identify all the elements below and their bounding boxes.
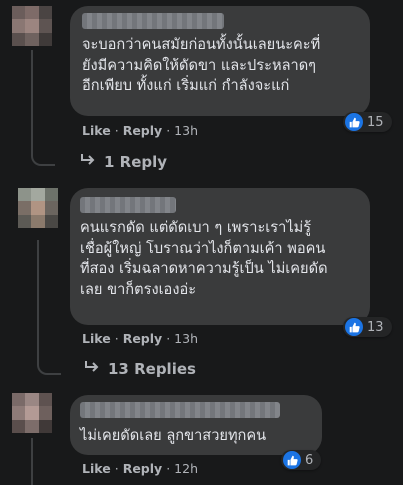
timestamp[interactable]: 13h [174, 331, 198, 346]
separator: · [114, 123, 119, 138]
reply-arrow-icon [80, 153, 96, 171]
reaction-count-value: 6 [305, 452, 314, 468]
comment-text: ไม่เคยดัดเลย ลูกขาสวยทุกคน [80, 427, 267, 444]
avatar[interactable] [12, 393, 52, 433]
reaction-count[interactable]: 15 [343, 112, 392, 132]
view-replies-link[interactable]: 1 Reply [80, 153, 167, 171]
commenter-name-redacted[interactable] [82, 13, 224, 29]
separator: · [114, 331, 119, 346]
reply-arrow-icon [84, 360, 100, 378]
separator: · [166, 461, 171, 476]
timestamp[interactable]: 13h [174, 123, 198, 138]
reaction-count-value: 13 [367, 319, 384, 335]
thread-line [31, 50, 33, 155]
thread-line [31, 438, 33, 485]
reply-button[interactable]: Reply [123, 461, 162, 476]
comment-actions: Like · Reply · 12h [82, 461, 198, 476]
reaction-count-value: 15 [367, 114, 384, 130]
comment-text: คนแรกดัด แต่ดัดเบา ๆ เพราะเราไม่รู้ เชื่… [80, 219, 328, 298]
commenter-name-redacted[interactable] [80, 402, 280, 418]
thread-elbow [37, 357, 61, 375]
like-button[interactable]: Like [82, 123, 111, 138]
separator: · [166, 331, 171, 346]
reaction-count[interactable]: 6 [281, 450, 322, 470]
reply-button[interactable]: Reply [123, 331, 162, 346]
avatar[interactable] [12, 6, 52, 46]
like-button[interactable]: Like [82, 331, 111, 346]
comment-actions: Like · Reply · 13h [82, 331, 198, 346]
thread-line [37, 240, 39, 365]
comment-text: จะบอกว่าคนสมัยก่อนทั้งนั้นเลยนะคะที่ ยัง… [82, 36, 321, 94]
reaction-count[interactable]: 13 [343, 317, 392, 337]
thread-elbow [31, 148, 55, 166]
view-replies-label: 1 Reply [104, 153, 168, 171]
thumbs-up-icon [345, 113, 363, 131]
timestamp[interactable]: 12h [174, 461, 198, 476]
avatar[interactable] [18, 188, 58, 228]
view-replies-label: 13 Replies [108, 360, 196, 378]
commenter-name-redacted[interactable] [80, 197, 176, 213]
thumbs-up-icon [283, 451, 301, 469]
separator: · [114, 461, 119, 476]
like-button[interactable]: Like [82, 461, 111, 476]
reply-button[interactable]: Reply [123, 123, 162, 138]
view-replies-link[interactable]: 13 Replies [84, 360, 196, 378]
separator: · [166, 123, 171, 138]
thumbs-up-icon [345, 318, 363, 336]
comment-actions: Like · Reply · 13h [82, 123, 198, 138]
